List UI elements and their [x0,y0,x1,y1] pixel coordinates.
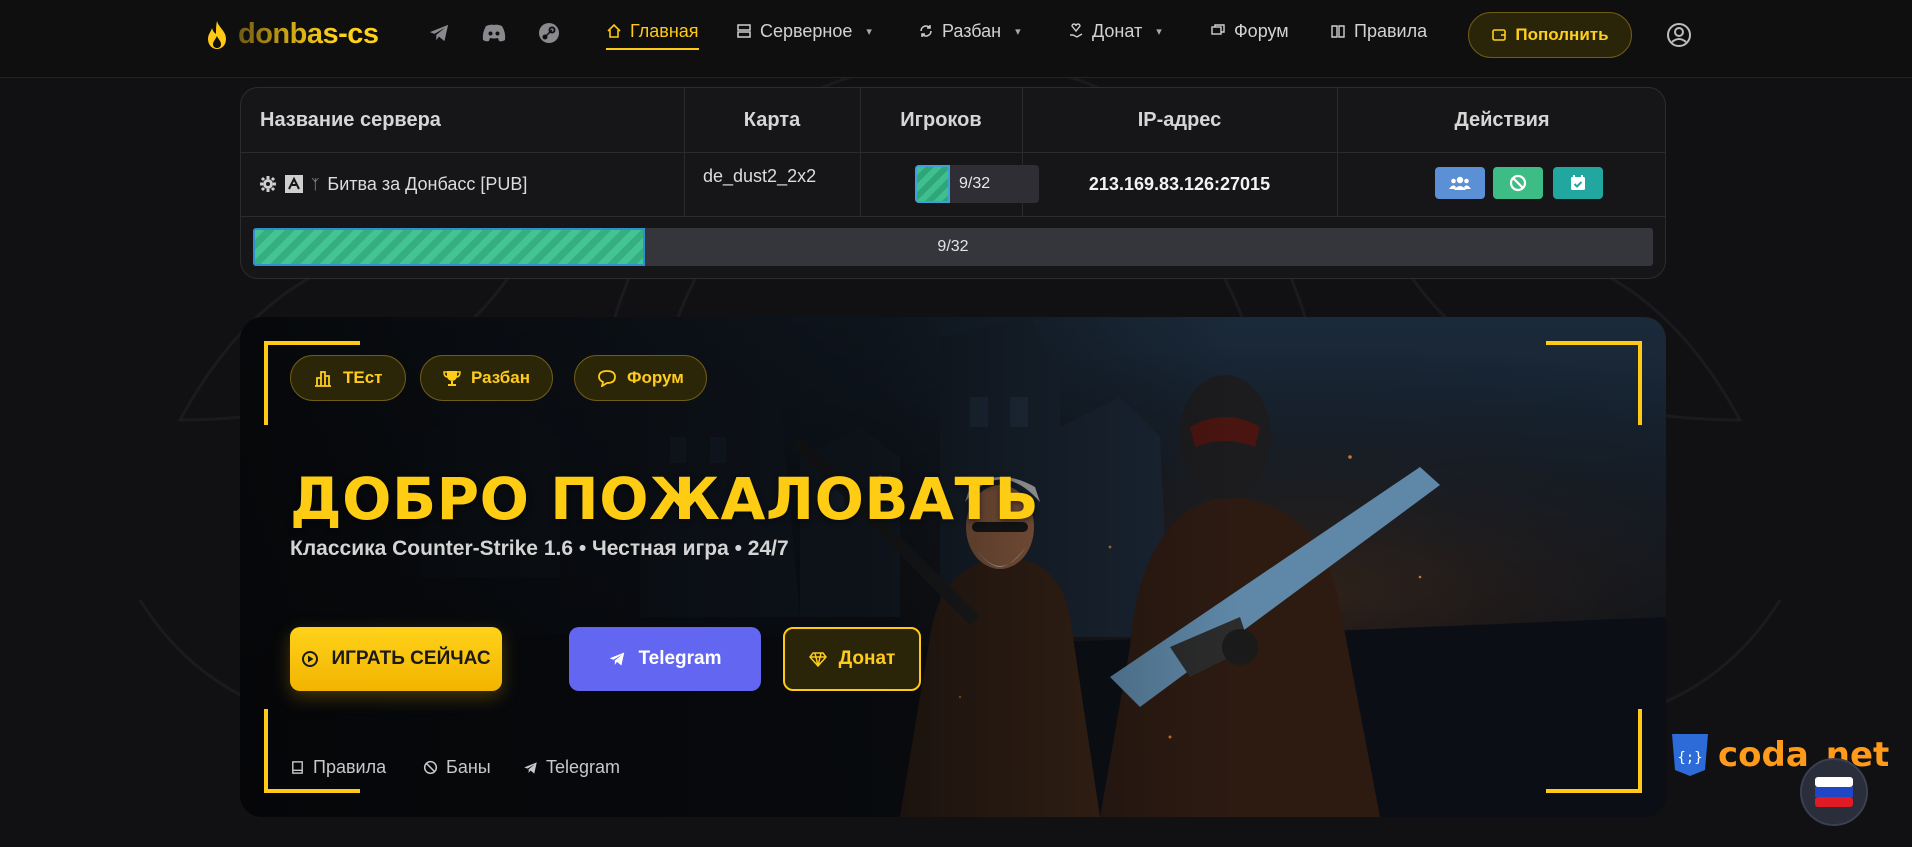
footer-link-telegram-label: Telegram [546,757,621,777]
site-logo[interactable]: donbas-cs [204,18,379,51]
chip-forum-label: Форум [627,368,684,387]
menu-home-label: Главная [630,20,699,41]
chat-icon [1211,24,1225,35]
hero-banner: ТЕст Разбан Форум ДОБРО ПОЖАЛОВАТЬ Класс… [240,317,1666,817]
footer-link-bans[interactable]: Баны [423,757,491,778]
users-icon [1449,176,1471,190]
russian-flag-icon [1815,777,1853,807]
menu-forum-label: Форум [1234,20,1289,41]
steam-social-icon[interactable] [536,20,562,46]
refresh-icon [920,25,932,37]
chat-icon [598,370,616,387]
chip-unban-label: Разбан [471,368,531,387]
col-header-actions: Действия [1454,108,1550,131]
trophy-icon [443,371,461,386]
user-profile-icon[interactable] [1666,22,1692,48]
chevron-down-icon: ▾ [866,25,872,38]
divider [684,88,685,217]
ban-icon [1509,174,1527,192]
hero-subtitle: Классика Counter-Strike 1.6 • Честная иг… [290,537,789,560]
ban-icon [423,760,438,775]
divider [241,216,1665,217]
chip-test[interactable]: ТЕст [290,355,406,401]
menu-forum[interactable]: Форум [1210,14,1289,48]
menu-home[interactable]: Главная [606,14,699,50]
game-mode-icon [285,175,303,193]
home-icon [607,23,621,38]
calendar-check-button[interactable] [1553,167,1603,199]
menu-unban[interactable]: Разбан ▾ [918,14,1021,48]
chevron-down-icon: ▾ [1015,25,1021,38]
chip-forum[interactable]: Форум [574,355,707,401]
players-list-button[interactable] [1435,167,1485,199]
play-now-label: ИГРАТЬ СЕЙЧАС [331,648,491,669]
book-icon [292,761,303,774]
menu-unban-label: Разбан [942,20,1002,41]
col-header-players: Игроков [900,108,982,131]
book-icon [1331,25,1345,38]
chip-test-label: ТЕст [343,368,383,387]
play-now-button[interactable]: ИГРАТЬ СЕЙЧАС [290,627,502,691]
coda-net-text: coda_net [1718,735,1890,775]
telegram-icon [524,761,537,774]
footer-link-telegram[interactable]: Telegram [523,757,620,778]
language-switcher[interactable] [1800,758,1868,826]
server-name-cell[interactable]: ᛉ Битва за Донбасс [PUB] [259,152,527,216]
donate-icon [1070,23,1083,38]
footer-link-rules[interactable]: Правила [290,757,386,778]
col-header-name: Название сервера [260,108,441,131]
footer-link-bans-label: Баны [446,757,491,777]
menu-rules-label: Правила [1354,20,1428,41]
players-progress-label: 9/32 [937,238,969,255]
footer-link-rules-label: Правила [313,757,387,777]
menu-donate[interactable]: Донат ▾ [1068,14,1162,48]
divider [860,88,861,217]
topup-button[interactable]: Пополнить [1468,12,1632,58]
menu-rules[interactable]: Правила [1330,14,1427,48]
ban-list-button[interactable] [1493,167,1543,199]
signal-icon: ᛉ [311,176,320,192]
players-count: 9/32 [959,175,991,192]
wallet-icon [1492,29,1507,41]
play-circle-icon [302,651,319,667]
telegram-icon [610,652,625,666]
chevron-down-icon: ▾ [1156,25,1162,38]
telegram-button[interactable]: Telegram [569,627,761,691]
gear-icon [260,176,276,192]
col-header-map: Карта [743,108,801,131]
server-name: Битва за Донбасс [PUB] [327,173,528,194]
logo-text: donbas-cs [238,18,379,50]
chip-unban[interactable]: Разбан [420,355,554,401]
discord-social-icon[interactable] [481,20,507,46]
chart-icon [315,371,331,387]
corner-bracket [264,709,360,793]
menu-server[interactable]: Серверное ▾ [736,14,872,48]
server-monitor-table: Название сервера Карта Игроков IP-адрес … [240,87,1666,279]
css-shield-icon: {;} [1672,734,1708,776]
telegram-social-icon[interactable] [426,20,452,46]
server-ip[interactable]: 213.169.83.126:27015 [1022,152,1337,216]
svg-text:{;}: {;} [1677,750,1702,766]
top-navbar: donbas-cs Главная Серверное ▾ Разбан ▾ Д… [0,0,1912,78]
menu-donate-label: Донат [1092,20,1143,41]
corner-bracket [1546,341,1642,425]
players-mini-bar: 9/32 [915,165,1039,203]
topup-label: Пополнить [1515,25,1609,44]
hero-title: ДОБРО ПОЖАЛОВАТЬ [290,465,1040,533]
players-mini-fill [915,165,950,203]
calendar-check-icon [1571,175,1585,190]
donate-button-label: Донат [838,648,896,669]
col-header-ip: IP-адрес [1137,108,1222,131]
divider [1337,88,1338,217]
flame-icon [208,20,226,49]
donate-button[interactable]: Донат [783,627,921,691]
corner-bracket [1546,709,1642,793]
players-progress-bar: 9/32 [253,228,1653,266]
diamond-icon [808,652,827,667]
telegram-button-label: Telegram [638,648,722,669]
menu-server-label: Серверное [760,20,853,41]
server-icon [737,24,751,38]
server-map: de_dust2_2x2 [703,165,817,186]
